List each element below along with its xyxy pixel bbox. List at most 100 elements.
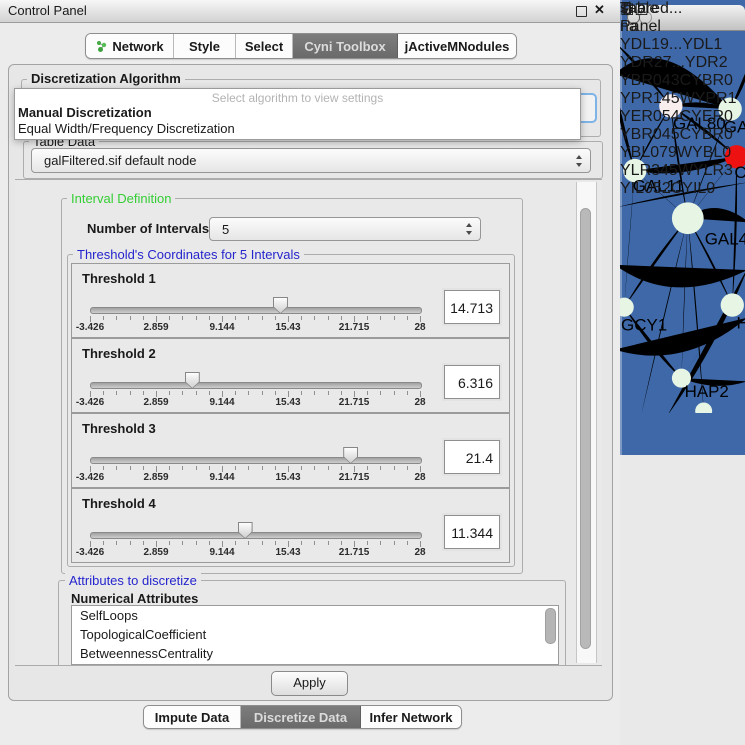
number-of-intervals-value: 5 [222,222,229,237]
slider-tick [341,316,342,320]
tab-jactivemnodules[interactable]: jActiveMNodules [398,34,516,58]
slider-tick-label: 9.144 [209,472,234,483]
tab-infer-network[interactable]: Infer Network [361,706,461,728]
threshold-slider-track[interactable] [90,457,422,464]
table-row[interactable]: YPR145WYPR1 [620,90,737,108]
threshold-slider-track[interactable] [90,382,422,389]
table-cell: YIL052C [620,180,682,197]
control-panel-body: Discretization Algorithm Select algorith… [8,64,613,701]
slider-tick [367,316,368,320]
slider-tick-label: 9.144 [209,547,234,558]
slider-tick [130,391,131,395]
tab-cyni-toolbox[interactable]: Cyni Toolbox [293,34,398,58]
threshold-label: Threshold 3 [82,421,156,436]
algorithm-option-manual-discretization[interactable]: Manual Discretization [15,105,580,121]
table-row[interactable]: YDL19...YDL1 [620,36,737,54]
table-data-combobox[interactable]: galFiltered.sif default node [31,148,591,173]
slider-tick-label: 2.859 [143,547,168,558]
table-row[interactable]: YLR345WYLR3 [620,162,737,180]
table-row[interactable]: YIL052CYIL0 [620,180,737,198]
table-row[interactable]: YER054CYER0 [620,108,737,126]
threshold-value-field[interactable]: 14.713 [444,290,500,324]
vertical-scrollbar-thumb[interactable] [580,208,591,649]
table-row[interactable]: YBR043CYBR0 [620,72,737,90]
threshold-value-field[interactable]: 21.4 [444,440,500,474]
slider-tick [262,391,263,395]
slider-tick [235,391,236,395]
table-cell: YBL0 [692,144,731,161]
interval-definition-group-title: Interval Definition [67,191,175,206]
slider-tick [328,541,329,545]
table-cell: YDL19... [620,36,682,53]
table-cell: YDL1 [682,36,722,53]
slider-tick [314,391,315,395]
numerical-attributes-list: SelfLoopsTopologicalCoefficientBetweenne… [71,605,559,665]
attribute-list-item[interactable]: BetweennessCentrality [72,644,558,663]
settings-scroll-panel: Interval Definition Number of Intervals … [15,179,602,666]
window-title: Control Panel [8,3,87,18]
slider-tick [407,316,408,320]
threshold-label: Threshold 1 [82,271,156,286]
threshold-value-field[interactable]: 6.316 [444,365,500,399]
slider-tick-label: 9.144 [209,397,234,408]
slider-tick [235,541,236,545]
attribute-list-item[interactable]: TopologicalCoefficient [72,625,558,644]
table-cell: YLR3 [693,162,733,179]
float-window-icon[interactable] [576,6,587,17]
slider-tick [116,466,117,470]
slider-tick [248,391,249,395]
slider-tick [196,391,197,395]
attribute-list-item[interactable]: SelfLoops [72,606,558,625]
slider-tick [341,466,342,470]
slider-tick-label: -3.426 [76,397,104,408]
tab-impute-data[interactable]: Impute Data [144,706,241,728]
app-root: Control Panel ✕ NetworkStyleSelect Cyni T… [0,0,745,745]
algorithm-option-equal-width-frequency[interactable]: Equal Width/Frequency Discretization [15,121,580,137]
slider-tick [328,316,329,320]
table-row[interactable]: YDR27...YDR2 [620,54,737,72]
slider-tick-label: 2.859 [143,472,168,483]
network-node-gcy1[interactable] [620,298,634,317]
table-cell: YER0 [691,108,733,125]
vertical-scrollbar-track[interactable] [576,182,597,663]
slider-tick [209,391,210,395]
network-node-gal4[interactable] [672,202,704,234]
column-header-name[interactable]: na [620,18,682,36]
slider-tick-label: 28 [414,472,425,483]
control-panel-tabs: NetworkStyleSelect Cyni Toolbox jActiveMNo… [85,33,517,59]
threshold-value-field[interactable]: 11.344 [444,515,500,549]
tab-label: Impute Data [155,710,229,725]
threshold-slider-track[interactable] [90,532,422,539]
tab-discretize-data[interactable]: Discretize Data [241,706,361,728]
tab-select[interactable]: Select [236,34,293,58]
threshold-panel-3: Threshold 3-3.4262.8599.14415.4321.71528… [71,413,510,488]
network-node[interactable] [695,403,712,414]
bottom-mode-tabs: Impute Data Discretize DataInfer Network [143,705,462,729]
number-of-intervals-label: Number of Intervals [87,221,209,236]
threshold-slider-track[interactable] [90,307,422,314]
slider-tick [182,541,183,545]
slider-tick [301,316,302,320]
table-row[interactable]: YBR045CYBR0 [620,126,737,144]
apply-button[interactable]: Apply [271,671,348,696]
network-node-label: HAP2 [685,382,729,401]
table-row[interactable]: YBL079WYBL0 [620,144,737,162]
slider-tick-label: 15.43 [275,472,300,483]
slider-tick [143,466,144,470]
attributes-group-title: Attributes to discretize [65,573,201,588]
slider-tick [130,466,131,470]
slider-tick [143,391,144,395]
slider-tick-label: 21.715 [339,322,370,333]
close-icon[interactable]: ✕ [594,2,605,18]
tab-label: Cyni Toolbox [304,39,385,54]
network-icon [95,40,108,53]
number-of-intervals-combobox[interactable]: 5 [209,217,481,241]
slider-tick-label: 21.715 [339,547,370,558]
slider-tick-label: 28 [414,397,425,408]
checkbox-icons[interactable]: ☑☑ [620,0,649,20]
tab-style[interactable]: Style [174,34,236,58]
table-cell: YBR0 [691,72,733,89]
attributes-list-scrollbar[interactable] [545,608,556,644]
tab-network[interactable]: Network [86,34,174,58]
slider-tick [380,466,381,470]
